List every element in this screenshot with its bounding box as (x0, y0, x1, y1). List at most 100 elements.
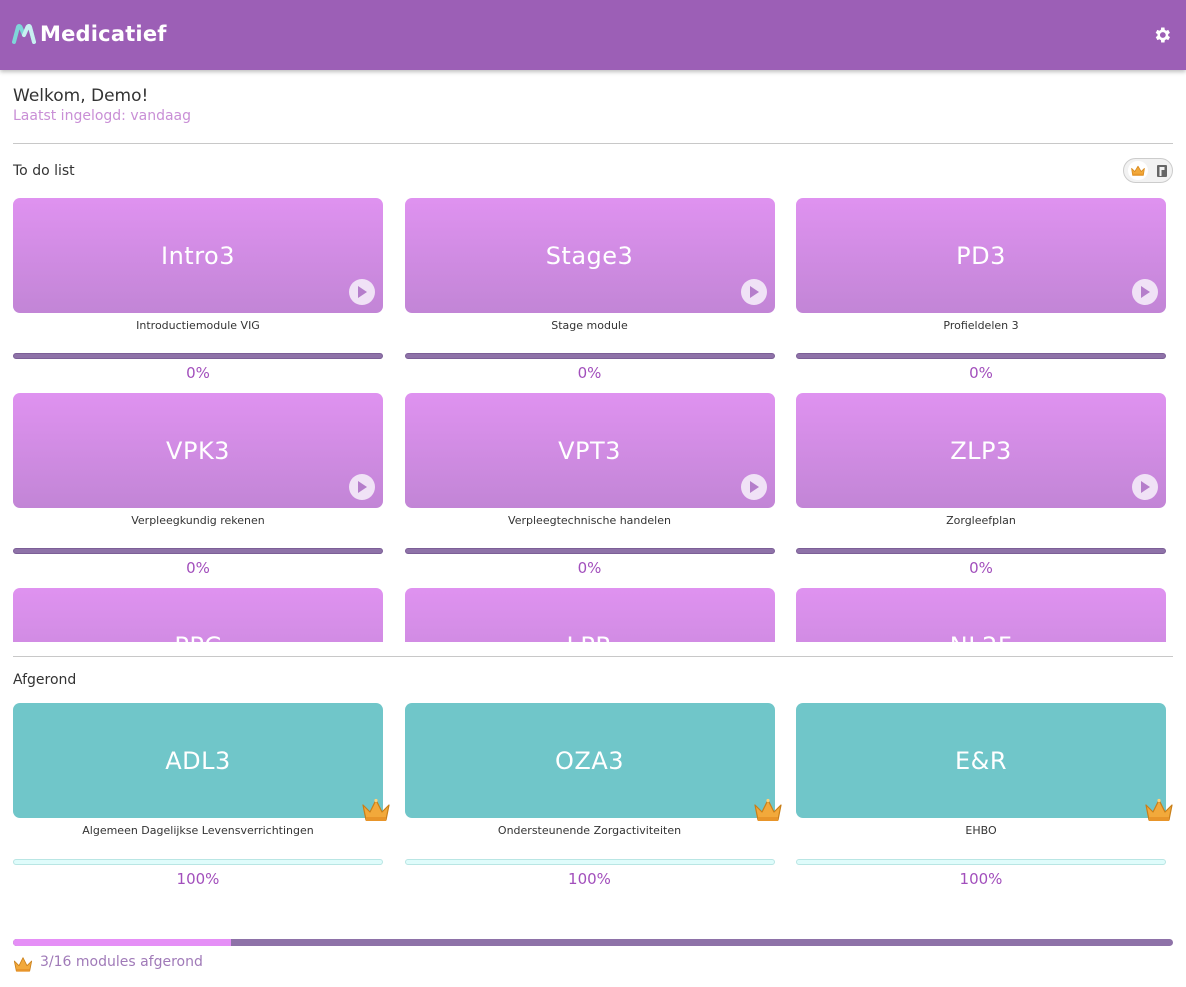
module-card: NL2F (796, 588, 1166, 642)
overall-progress-fill (13, 939, 231, 946)
module-name: Zorgleefplan (946, 514, 1016, 527)
play-button[interactable] (1132, 474, 1158, 500)
module-code: VPK3 (166, 436, 230, 465)
module-tile[interactable]: NL2F (796, 588, 1166, 642)
top-bar: Medicatief (0, 0, 1186, 70)
crown-icon (362, 798, 390, 821)
module-tile[interactable]: LPR (404, 588, 775, 643)
done-section-title: Afgerond (13, 672, 77, 688)
module-progress-percent: 0% (186, 559, 210, 577)
module-card: PPC (13, 588, 383, 642)
module-name: Ondersteunende Zorgactiviteiten (497, 824, 682, 837)
module-card: Intro3 Introductiemodule VIG 0% (13, 198, 383, 393)
module-tile[interactable]: Stage3 (404, 198, 775, 313)
module-progress-bar (13, 859, 383, 865)
crown-icon (1145, 798, 1173, 821)
module-progress-percent: 0% (969, 559, 993, 577)
module-progress-bar (796, 353, 1166, 359)
module-card: LPR (404, 588, 775, 643)
module-code: LPR (566, 632, 612, 643)
module-progress-bar (404, 353, 775, 359)
logo-icon (12, 24, 36, 44)
play-icon (1141, 286, 1150, 298)
module-name: Verpleegtechnische handelen (508, 514, 671, 527)
module-tile[interactable]: E&R (796, 703, 1173, 821)
module-code: OZA3 (554, 746, 625, 775)
toggle-crown-option[interactable] (1128, 161, 1148, 180)
play-icon (358, 286, 367, 298)
module-card: PD3 Profieldelen 3 0% (796, 198, 1166, 393)
module-name: Verpleegkundig rekenen (131, 514, 265, 527)
module-tile[interactable]: PPC (13, 588, 383, 642)
module-progress-bar (404, 548, 775, 554)
completion-summary-text: 3/16 modules afgerond (40, 954, 203, 970)
module-tile[interactable]: ADL3 (13, 703, 390, 821)
module-code: E&R (954, 746, 1008, 775)
todo-section-title: To do list (13, 163, 75, 179)
module-progress-percent: 0% (969, 364, 993, 382)
module-tile[interactable]: ZLP3 (796, 393, 1166, 508)
module-name: Stage module (551, 319, 628, 332)
module-code: Intro3 (161, 241, 235, 270)
module-tile[interactable]: OZA3 (404, 703, 782, 821)
module-code: PD3 (956, 241, 1006, 270)
module-progress-percent: 100% (568, 870, 611, 888)
module-card: Stage3 Stage module 0% (404, 198, 775, 393)
module-card: ADL3 Algemeen Dagelijkse Levensverrichti… (13, 703, 390, 898)
module-code: Stage3 (545, 241, 634, 270)
done-grid: ADL3 Algemeen Dagelijkse Levensverrichti… (13, 703, 1173, 898)
module-tile[interactable]: VPK3 (13, 393, 383, 508)
completion-summary: 3/16 modules afgerond (13, 949, 203, 975)
module-card: ZLP3 Zorgleefplan 0% (796, 393, 1166, 588)
module-progress-bar (796, 859, 1166, 865)
overall-progress-bar (13, 939, 1173, 946)
view-toggle[interactable] (1123, 158, 1173, 183)
module-code: PPC (174, 632, 221, 643)
app-logo[interactable]: Medicatief (12, 22, 167, 46)
todo-grid: Intro3 Introductiemodule VIG 0% Stage3 S… (13, 198, 1166, 642)
crown-icon (1131, 165, 1145, 176)
module-code: NL2F (950, 632, 1012, 643)
module-tile[interactable]: PD3 (796, 198, 1166, 313)
module-card: VPK3 Verpleegkundig rekenen 0% (13, 393, 383, 588)
play-icon (749, 286, 759, 298)
play-button[interactable] (349, 279, 375, 305)
module-progress-percent: 100% (176, 870, 220, 888)
module-tile[interactable]: Intro3 (13, 198, 383, 313)
module-tile[interactable]: VPT3 (404, 393, 775, 508)
play-icon (1141, 481, 1150, 493)
module-card: OZA3 Ondersteunende Zorgactiviteiten 100… (404, 703, 782, 898)
module-progress-bar (796, 548, 1166, 554)
play-icon (749, 481, 759, 493)
module-progress-percent: 100% (959, 870, 1003, 888)
play-button[interactable] (349, 474, 375, 500)
module-name: Introductiemodule VIG (136, 319, 260, 332)
module-name: Profieldelen 3 (943, 319, 1019, 332)
play-button[interactable] (740, 474, 767, 500)
module-code: VPT3 (558, 436, 621, 465)
crown-icon (753, 798, 782, 821)
module-name: Algemeen Dagelijkse Levensverrichtingen (82, 824, 314, 837)
play-button[interactable] (1132, 279, 1158, 305)
module-card: VPT3 Verpleegtechnische handelen 0% (404, 393, 775, 588)
play-icon (358, 481, 367, 493)
module-code: ADL3 (165, 746, 231, 775)
welcome-greeting: Welkom, Demo! (13, 86, 149, 106)
module-progress-bar (13, 353, 383, 359)
divider (13, 143, 1173, 144)
last-login-text: Laatst ingelogd: vandaag (13, 108, 192, 124)
flag-icon[interactable] (1156, 164, 1168, 178)
todo-scroll-area[interactable]: Intro3 Introductiemodule VIG 0% Stage3 S… (0, 190, 1186, 642)
app-name: Medicatief (40, 22, 167, 46)
play-button[interactable] (740, 279, 767, 305)
module-code: ZLP3 (950, 436, 1012, 465)
crown-icon (13, 957, 33, 972)
module-progress-bar (404, 859, 775, 865)
module-progress-percent: 0% (577, 559, 602, 577)
module-progress-percent: 0% (577, 364, 602, 382)
divider (13, 656, 1173, 657)
module-name: EHBO (965, 824, 997, 837)
module-progress-bar (13, 548, 383, 554)
gear-icon[interactable] (1152, 25, 1172, 45)
module-progress-percent: 0% (186, 364, 210, 382)
